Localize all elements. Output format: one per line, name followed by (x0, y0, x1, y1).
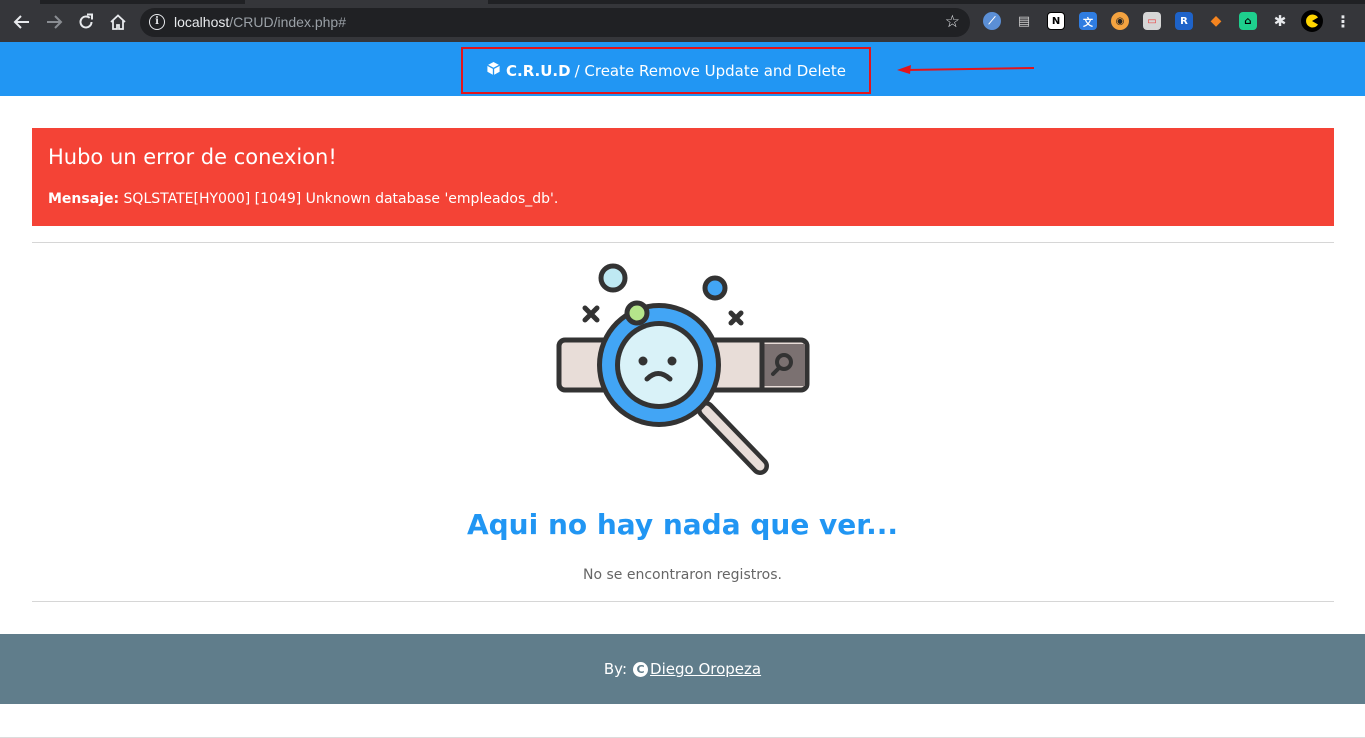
page-footer: By: C Diego Oropeza (0, 634, 1365, 704)
printer-icon[interactable]: ▤ (1015, 12, 1033, 30)
menu-dots-icon[interactable]: ⋮ (1334, 12, 1352, 31)
tab-strip-edge (488, 0, 1365, 4)
home-icon[interactable] (105, 9, 131, 35)
error-alert: Hubo un error de conexion! Mensaje: SQLS… (32, 128, 1334, 226)
browser-toolbar: i localhost/CRUD/index.php# ☆ ⟋ ▤ N 文 ◉ … (0, 0, 1365, 42)
alert-title: Hubo un error de conexion! (48, 145, 337, 169)
bookmark-star-icon[interactable]: ☆ (945, 12, 960, 32)
copyright-icon: C (633, 661, 649, 677)
empty-state-title: Aqui no hay nada que ver... (466, 508, 899, 541)
cube-icon (486, 61, 501, 80)
puzzle-icon[interactable]: ✱ (1271, 12, 1289, 30)
fox-icon[interactable]: ◆ (1207, 12, 1225, 30)
empty-state-subtitle: No se encontraron registros. (582, 567, 782, 583)
footer-by-label: By: (603, 660, 628, 678)
url-host: localhost (174, 14, 230, 30)
divider (32, 601, 1334, 602)
notion-icon[interactable]: N (1047, 12, 1065, 30)
no-results-magnifier-icon (556, 263, 810, 475)
tab-icon[interactable]: ▭ (1143, 12, 1161, 30)
alert-message: Mensaje: SQLSTATE[HY000] [1049] Unknown … (48, 191, 558, 207)
annotation-arrow (897, 65, 1035, 74)
url-path: /CRUD/index.php# (229, 14, 346, 30)
reload-icon[interactable] (73, 9, 99, 35)
eyes-icon[interactable]: ◉ (1111, 12, 1129, 30)
shield-icon[interactable]: R (1175, 12, 1193, 30)
alert-message-text: SQLSTATE[HY000] [1049] Unknown database … (123, 191, 559, 207)
site-info-icon[interactable]: i (149, 14, 165, 30)
url-text[interactable]: localhost/CRUD/index.php# (174, 14, 346, 30)
brand-name: C.R.U.D (505, 61, 571, 80)
tab-strip-edge (40, 0, 245, 4)
alert-message-label: Mensaje: (48, 191, 120, 207)
brand-tagline: / Create Remove Update and Delete (574, 61, 846, 80)
back-arrow-icon[interactable] (9, 9, 35, 35)
compass-icon[interactable]: ⟋ (983, 12, 1001, 30)
forward-arrow-icon[interactable] (41, 9, 67, 35)
brand-link[interactable]: C.R.U.D / Create Remove Update and Delet… (461, 47, 871, 94)
pacman-avatar-icon[interactable] (1301, 10, 1323, 32)
author-link[interactable]: Diego Oropeza (650, 660, 761, 678)
robot-icon[interactable]: ⌂ (1239, 12, 1257, 30)
page-header: C.R.U.D / Create Remove Update and Delet… (0, 42, 1365, 96)
divider (32, 242, 1334, 243)
translate-icon[interactable]: 文 (1079, 12, 1097, 30)
address-bar[interactable]: i localhost/CRUD/index.php# ☆ (140, 8, 970, 37)
